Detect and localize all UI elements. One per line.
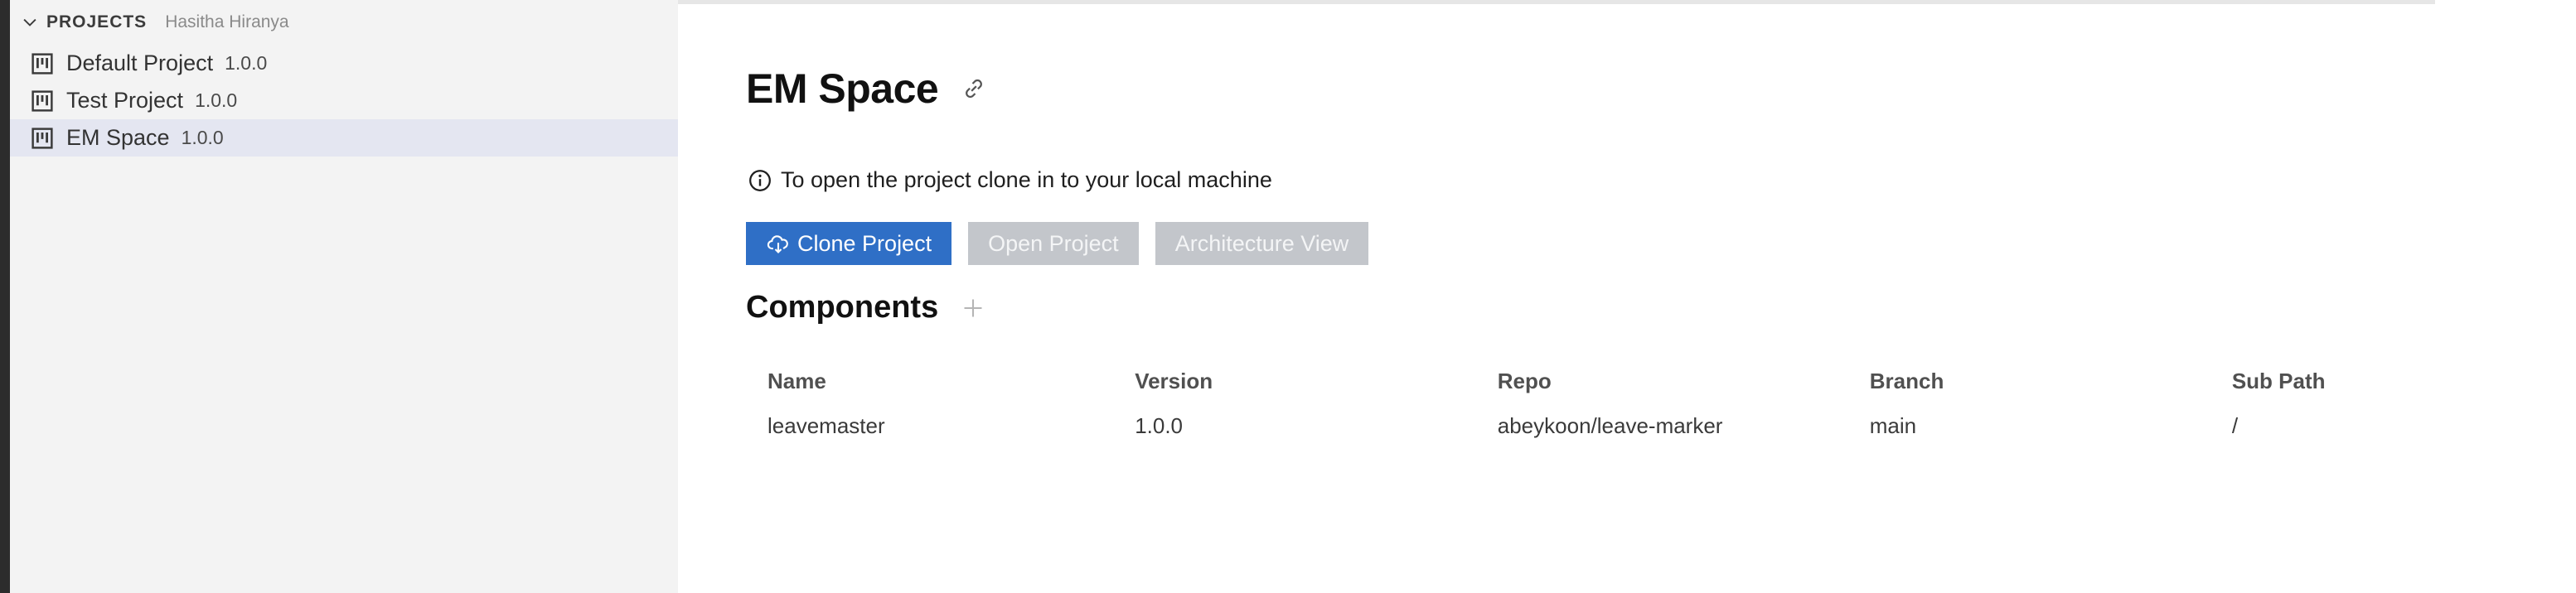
column-header-name: Name (767, 368, 826, 393)
info-icon (748, 168, 772, 193)
architecture-view-button[interactable]: Architecture View (1155, 222, 1369, 265)
projects-section-header[interactable]: PROJECTS Hasitha Hiranya (10, 0, 678, 45)
column-header-repo: Repo (1497, 368, 1552, 393)
project-name: Default Project (66, 51, 214, 75)
table-header-row: Name Version Repo Branch Sub Path (746, 359, 2569, 403)
plus-icon[interactable] (960, 295, 986, 321)
project-version: 1.0.0 (195, 89, 238, 111)
cell-repo: abeykoon/leave-marker (1497, 412, 1723, 438)
action-buttons: Clone Project Open Project Architecture … (746, 222, 1385, 265)
user-name: Hasitha Hiranya (165, 12, 289, 31)
project-list: Default Project 1.0.0 Test Project 1.0.0… (10, 45, 678, 157)
cell-sub-path: / (2231, 412, 2239, 438)
cloud-download-icon (766, 231, 791, 256)
link-icon[interactable] (960, 75, 988, 103)
project-overview: EM Space To open the project clone in to… (678, 0, 2576, 593)
project-item-test-project[interactable]: Test Project 1.0.0 (10, 82, 678, 119)
clone-project-button[interactable]: Clone Project (746, 222, 952, 265)
projects-title: PROJECTS (46, 12, 148, 31)
app-window: PROJECTS Hasitha Hiranya Default Project… (0, 0, 2576, 593)
project-item-default-project[interactable]: Default Project 1.0.0 (10, 45, 678, 82)
activity-bar (0, 0, 10, 593)
project-name: Test Project (66, 88, 184, 113)
table-row[interactable]: leavemaster 1.0.0 abeykoon/leave-marker … (746, 403, 2569, 449)
column-header-version: Version (1135, 368, 1213, 393)
project-board-icon (30, 51, 55, 76)
title-row: EM Space (746, 65, 988, 113)
open-project-button[interactable]: Open Project (968, 222, 1139, 265)
page-title: EM Space (746, 65, 939, 112)
cell-branch: main (1869, 412, 1917, 438)
clone-project-label: Clone Project (797, 230, 932, 256)
project-name: EM Space (66, 125, 170, 150)
info-message: To open the project clone in to your loc… (748, 167, 1272, 193)
components-title: Components (746, 290, 939, 325)
chevron-down-icon[interactable] (18, 11, 41, 34)
components-table: Name Version Repo Branch Sub Path leavem… (746, 359, 2569, 449)
project-board-icon (30, 89, 55, 113)
project-version: 1.0.0 (225, 52, 268, 74)
column-header-sub-path: Sub Path (2231, 368, 2326, 393)
top-divider (678, 0, 2435, 4)
project-item-em-space[interactable]: EM Space 1.0.0 (10, 119, 678, 157)
project-board-icon (30, 126, 55, 151)
project-version: 1.0.0 (181, 127, 224, 148)
info-text: To open the project clone in to your loc… (781, 167, 1272, 192)
cell-name: leavemaster (767, 412, 885, 438)
components-header: Components (746, 290, 986, 325)
cell-version: 1.0.0 (1135, 412, 1184, 438)
column-header-branch: Branch (1869, 368, 1944, 393)
sidebar: PROJECTS Hasitha Hiranya Default Project… (10, 0, 678, 593)
